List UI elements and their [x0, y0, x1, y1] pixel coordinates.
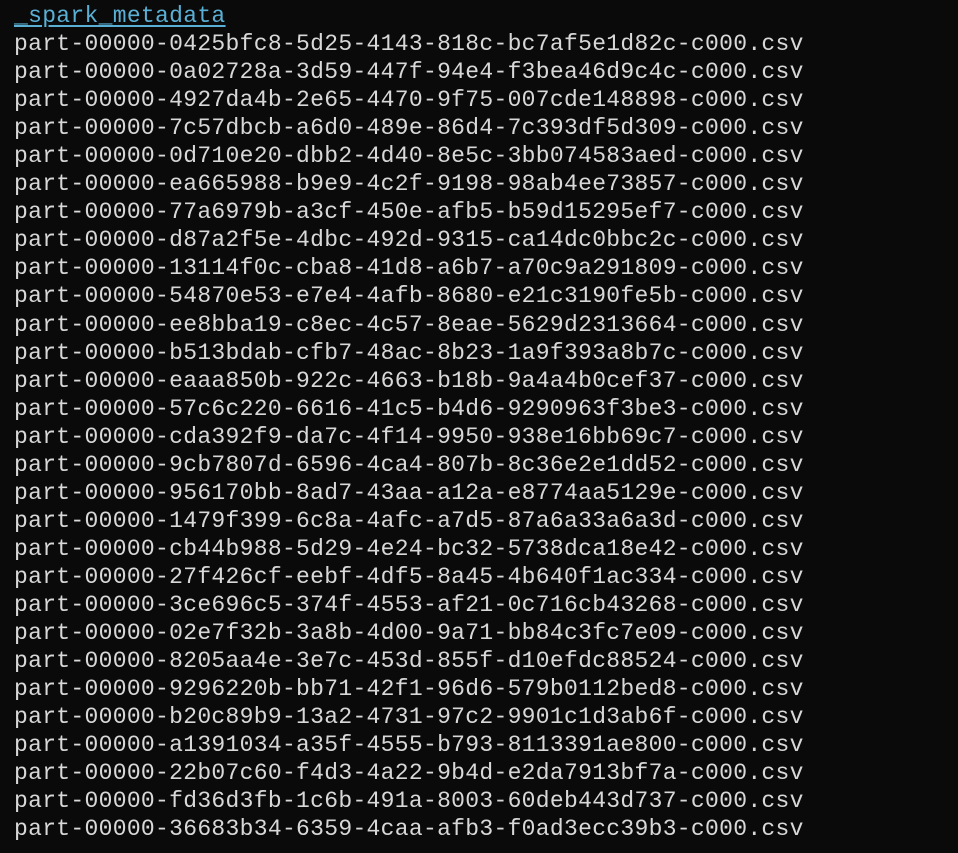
file-item: part-00000-8205aa4e-3e7c-453d-855f-d10ef… [14, 647, 944, 675]
file-item: part-00000-13114f0c-cba8-41d8-a6b7-a70c9… [14, 254, 944, 282]
file-item: part-00000-d87a2f5e-4dbc-492d-9315-ca14d… [14, 226, 944, 254]
file-list: _spark_metadatapart-00000-0425bfc8-5d25-… [14, 2, 944, 843]
file-item: part-00000-02e7f32b-3a8b-4d00-9a71-bb84c… [14, 619, 944, 647]
file-item: part-00000-7c57dbcb-a6d0-489e-86d4-7c393… [14, 114, 944, 142]
file-item: part-00000-ea665988-b9e9-4c2f-9198-98ab4… [14, 170, 944, 198]
file-item: part-00000-57c6c220-6616-41c5-b4d6-92909… [14, 395, 944, 423]
file-item: part-00000-4927da4b-2e65-4470-9f75-007cd… [14, 86, 944, 114]
file-item: part-00000-27f426cf-eebf-4df5-8a45-4b640… [14, 563, 944, 591]
file-item: part-00000-0425bfc8-5d25-4143-818c-bc7af… [14, 30, 944, 58]
file-item: part-00000-a1391034-a35f-4555-b793-81133… [14, 731, 944, 759]
file-item: part-00000-0d710e20-dbb2-4d40-8e5c-3bb07… [14, 142, 944, 170]
file-link-item[interactable]: _spark_metadata [14, 2, 944, 30]
file-item: part-00000-cda392f9-da7c-4f14-9950-938e1… [14, 423, 944, 451]
file-item: part-00000-9296220b-bb71-42f1-96d6-579b0… [14, 675, 944, 703]
file-item: part-00000-0a02728a-3d59-447f-94e4-f3bea… [14, 58, 944, 86]
file-item: part-00000-eaaa850b-922c-4663-b18b-9a4a4… [14, 367, 944, 395]
file-item: part-00000-36683b34-6359-4caa-afb3-f0ad3… [14, 815, 944, 843]
file-item: part-00000-fd36d3fb-1c6b-491a-8003-60deb… [14, 787, 944, 815]
file-item: part-00000-b513bdab-cfb7-48ac-8b23-1a9f3… [14, 339, 944, 367]
file-item: part-00000-3ce696c5-374f-4553-af21-0c716… [14, 591, 944, 619]
file-item: part-00000-54870e53-e7e4-4afb-8680-e21c3… [14, 282, 944, 310]
file-item: part-00000-77a6979b-a3cf-450e-afb5-b59d1… [14, 198, 944, 226]
file-item: part-00000-ee8bba19-c8ec-4c57-8eae-5629d… [14, 311, 944, 339]
file-item: part-00000-b20c89b9-13a2-4731-97c2-9901c… [14, 703, 944, 731]
file-item: part-00000-9cb7807d-6596-4ca4-807b-8c36e… [14, 451, 944, 479]
file-item: part-00000-22b07c60-f4d3-4a22-9b4d-e2da7… [14, 759, 944, 787]
file-item: part-00000-cb44b988-5d29-4e24-bc32-5738d… [14, 535, 944, 563]
file-item: part-00000-956170bb-8ad7-43aa-a12a-e8774… [14, 479, 944, 507]
file-item: part-00000-1479f399-6c8a-4afc-a7d5-87a6a… [14, 507, 944, 535]
